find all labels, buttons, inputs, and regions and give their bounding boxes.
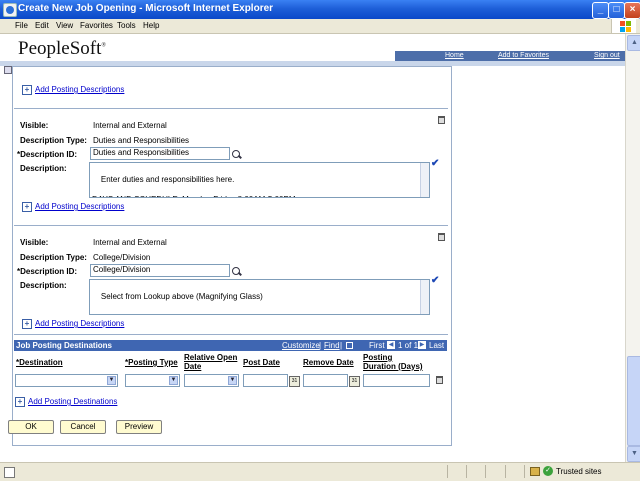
- remove-date-input[interactable]: [303, 374, 348, 387]
- close-icon[interactable]: ×: [624, 2, 640, 19]
- menu-tools[interactable]: Tools: [117, 21, 136, 30]
- destinations-title: Job Posting Destinations: [16, 341, 113, 350]
- scroll-thumb[interactable]: [627, 356, 640, 446]
- prev-arrow-icon[interactable]: ◀: [387, 341, 395, 349]
- description-type-label: Description Type:: [20, 253, 87, 262]
- chevron-down-icon: ▼: [169, 376, 178, 385]
- description-label: Description:: [20, 281, 67, 290]
- add-posting-descriptions-link[interactable]: Add Posting Descriptions: [35, 202, 124, 211]
- collapse-icon[interactable]: [4, 66, 12, 74]
- destination-select[interactable]: ▼: [15, 374, 118, 387]
- last-label: Last: [429, 341, 445, 350]
- divider: [14, 108, 448, 109]
- trash-icon[interactable]: [436, 376, 443, 384]
- destinations-grid-header: Job Posting Destinations Customize | Fin…: [14, 340, 447, 351]
- description-label: Description:: [20, 164, 67, 173]
- plus-icon[interactable]: +: [15, 397, 25, 407]
- range-label: 1 of 1: [398, 341, 419, 350]
- plus-icon[interactable]: +: [22, 202, 32, 212]
- menu-favorites[interactable]: Favorites: [80, 21, 113, 30]
- status-bar: ✓ Trusted sites: [0, 462, 640, 481]
- plus-icon[interactable]: +: [22, 319, 32, 329]
- cancel-button[interactable]: Cancel: [60, 420, 106, 434]
- spellcheck-icon[interactable]: ✔: [431, 275, 439, 286]
- menu-help[interactable]: Help: [143, 21, 159, 30]
- posting-duration-input[interactable]: [363, 374, 430, 387]
- ok-button[interactable]: OK: [8, 420, 54, 434]
- trash-icon[interactable]: [438, 233, 445, 241]
- col-destination[interactable]: *Destination: [16, 358, 63, 367]
- zone-label: Trusted sites: [556, 467, 602, 476]
- post-date-input[interactable]: [243, 374, 288, 387]
- customize-link[interactable]: Customize: [282, 341, 320, 350]
- add-to-favorites-link[interactable]: Add to Favorites: [498, 52, 549, 59]
- visible-label: Visible:: [20, 238, 49, 247]
- chevron-down-icon: ▼: [107, 376, 116, 385]
- visible-label: Visible:: [20, 121, 49, 130]
- description-id-label: *Description ID:: [17, 267, 78, 276]
- calendar-icon[interactable]: 31: [289, 376, 300, 387]
- menu-view[interactable]: View: [56, 21, 73, 30]
- plus-icon[interactable]: +: [22, 85, 32, 95]
- col-posting-duration[interactable]: Posting Duration (Days): [363, 353, 427, 371]
- description-textarea[interactable]: Enter duties and responsibilities here. …: [89, 162, 430, 198]
- description-id-label: *Description ID:: [17, 150, 78, 159]
- preview-button[interactable]: Preview: [116, 420, 162, 434]
- browser-content: PeopleSoft® Home Add to Favorites Sign o…: [0, 34, 625, 462]
- chevron-down-icon: ▼: [228, 376, 237, 385]
- add-posting-destinations-link[interactable]: Add Posting Destinations: [28, 397, 117, 406]
- scrollbar[interactable]: [420, 163, 429, 197]
- scrollbar[interactable]: [420, 280, 429, 314]
- col-post-date[interactable]: Post Date: [243, 358, 280, 367]
- next-arrow-icon[interactable]: ▶: [418, 341, 426, 349]
- relative-open-date-select[interactable]: ▼: [184, 374, 239, 387]
- grid-icon[interactable]: [346, 342, 353, 349]
- description-textarea[interactable]: Select from Lookup above (Magnifying Gla…: [89, 279, 430, 315]
- window-title: Create New Job Opening - Microsoft Inter…: [18, 3, 274, 14]
- scroll-up-icon[interactable]: ▲: [627, 35, 640, 51]
- divider: [14, 225, 448, 226]
- header-nav: Home Add to Favorites Sign out: [395, 51, 625, 61]
- minimize-icon[interactable]: _: [592, 2, 609, 19]
- peoplesoft-logo: PeopleSoft®: [18, 38, 106, 59]
- col-remove-date[interactable]: Remove Date: [303, 358, 354, 367]
- description-type-value: Duties and Responsibilities: [93, 136, 190, 145]
- description-type-value: College/Division: [93, 253, 151, 262]
- col-posting-type[interactable]: *Posting Type: [125, 358, 178, 367]
- find-link[interactable]: Find: [324, 341, 340, 350]
- home-link[interactable]: Home: [445, 52, 464, 59]
- menu-bar: File Edit View Favorites Tools Help: [0, 19, 640, 34]
- magnifier-icon[interactable]: [232, 267, 240, 275]
- ie-icon: [3, 3, 17, 17]
- windows-logo-icon: [611, 19, 636, 33]
- trash-icon[interactable]: [438, 116, 445, 124]
- sign-out-link[interactable]: Sign out: [594, 52, 620, 59]
- first-label: First: [369, 341, 385, 350]
- page-icon: [4, 467, 15, 478]
- description-type-label: Description Type:: [20, 136, 87, 145]
- col-relative-open-date[interactable]: Relative Open Date: [184, 353, 240, 371]
- trusted-sites-icon: ✓: [543, 466, 553, 476]
- visible-value: Internal and External: [93, 238, 167, 247]
- description-id-input[interactable]: Duties and Responsibilities: [90, 147, 230, 160]
- maximize-icon[interactable]: □: [608, 2, 625, 19]
- menu-edit[interactable]: Edit: [35, 21, 49, 30]
- visible-value: Internal and External: [93, 121, 167, 130]
- browser-scrollbar[interactable]: ▲ ▼: [625, 34, 640, 462]
- divider: [14, 334, 448, 335]
- magnifier-icon[interactable]: [232, 150, 240, 158]
- title-bar: Create New Job Opening - Microsoft Inter…: [0, 0, 640, 19]
- add-posting-descriptions-link[interactable]: Add Posting Descriptions: [35, 319, 124, 328]
- posting-type-select[interactable]: ▼: [125, 374, 180, 387]
- calendar-icon[interactable]: 31: [349, 376, 360, 387]
- add-posting-descriptions-link[interactable]: Add Posting Descriptions: [35, 85, 124, 94]
- spellcheck-icon[interactable]: ✔: [431, 158, 439, 169]
- scroll-down-icon[interactable]: ▼: [627, 446, 640, 462]
- menu-file[interactable]: File: [15, 21, 28, 30]
- lock-icon: [530, 467, 540, 476]
- description-id-input[interactable]: College/Division: [90, 264, 230, 277]
